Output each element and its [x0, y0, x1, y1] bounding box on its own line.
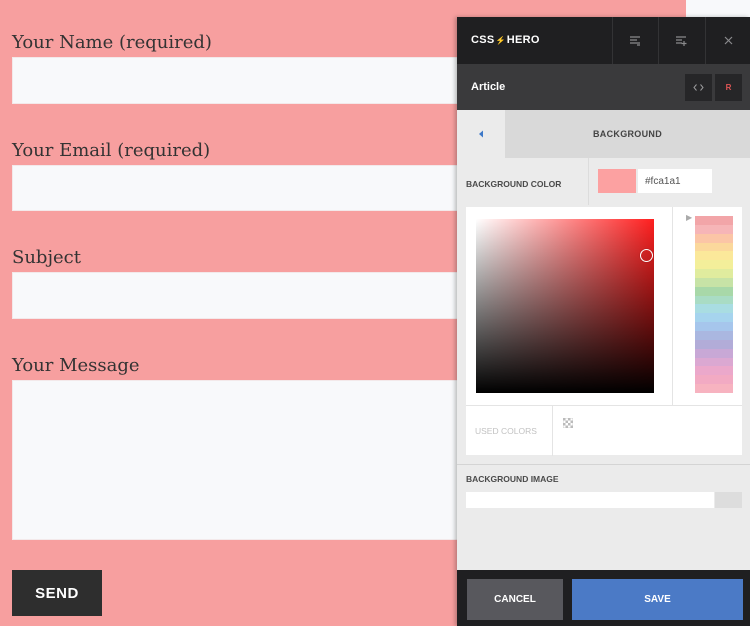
divider [457, 464, 750, 465]
palette-swatch[interactable] [695, 295, 733, 305]
add-rule-icon[interactable] [658, 17, 703, 64]
code-button[interactable] [685, 74, 712, 101]
palette-arrow-icon: ▶ [686, 213, 693, 222]
subject-label: Subject [12, 247, 81, 268]
csshero-panel: CSS⚡HERO Article R BACKGROUND BACKGROUND… [457, 17, 750, 626]
logo-bolt-icon: ⚡ [495, 36, 506, 45]
palette-swatch[interactable] [695, 304, 733, 314]
hex-color-input[interactable] [638, 169, 712, 193]
message-textarea[interactable] [12, 380, 472, 540]
background-color-row: BACKGROUND COLOR [457, 158, 750, 205]
panel-footer: CANCEL SAVE [457, 570, 750, 626]
name-input[interactable] [12, 57, 472, 104]
palette-swatch[interactable] [695, 366, 733, 376]
section-tab-bar: BACKGROUND [457, 110, 750, 158]
palette-swatch[interactable] [695, 330, 733, 340]
message-label: Your Message [12, 355, 140, 376]
palette-swatch[interactable] [695, 277, 733, 287]
palette-swatch[interactable] [695, 322, 733, 331]
logo-css-text: CSS [471, 34, 495, 46]
email-input[interactable] [12, 165, 472, 211]
selected-element-name: Article [471, 81, 506, 93]
palette-swatch[interactable] [695, 233, 733, 243]
transparent-swatch-icon[interactable] [562, 415, 574, 433]
palette-swatch[interactable] [695, 384, 733, 393]
color-swatch[interactable] [598, 169, 636, 193]
used-colors-label: USED COLORS [475, 426, 537, 436]
logo-hero-text: HERO [506, 34, 540, 46]
align-icon[interactable] [612, 17, 657, 64]
divider [672, 207, 673, 405]
picker-handle[interactable] [640, 249, 653, 262]
palette-swatch[interactable] [695, 339, 733, 349]
background-image-button[interactable] [715, 492, 742, 508]
saturation-value-area[interactable] [476, 219, 654, 393]
divider [552, 406, 553, 456]
csshero-logo: CSS⚡HERO [471, 34, 540, 46]
palette-swatch[interactable] [695, 216, 733, 225]
send-button[interactable]: SEND [12, 570, 102, 616]
background-color-label: BACKGROUND COLOR [466, 179, 562, 189]
palette-swatch[interactable] [695, 269, 733, 278]
divider [588, 158, 589, 205]
palette-swatch[interactable] [695, 348, 733, 358]
color-palette-strip[interactable] [695, 216, 733, 393]
palette-swatch[interactable] [695, 286, 733, 296]
palette-swatch[interactable] [695, 224, 733, 234]
name-label: Your Name (required) [12, 32, 212, 53]
reset-button-label: R [725, 83, 732, 92]
back-button[interactable] [457, 110, 505, 158]
palette-swatch[interactable] [695, 357, 733, 367]
close-icon[interactable] [705, 17, 750, 64]
panel-header: CSS⚡HERO [457, 17, 750, 64]
reset-button[interactable]: R [715, 74, 742, 101]
subject-input[interactable] [12, 272, 472, 319]
selected-element-bar: Article R [457, 64, 750, 110]
email-label: Your Email (required) [12, 140, 211, 161]
palette-swatch[interactable] [695, 260, 733, 270]
used-colors-row: USED COLORS [466, 405, 742, 456]
color-picker: ▶ [466, 207, 742, 405]
background-image-label: BACKGROUND IMAGE [466, 474, 559, 484]
background-image-input[interactable] [466, 492, 714, 508]
palette-swatch[interactable] [695, 242, 733, 252]
section-title: BACKGROUND [593, 129, 662, 139]
code-icon [693, 84, 704, 91]
save-button[interactable]: SAVE [572, 579, 743, 620]
palette-swatch[interactable] [695, 313, 733, 323]
cancel-button[interactable]: CANCEL [467, 579, 563, 620]
back-arrow-icon [479, 130, 483, 138]
palette-swatch[interactable] [695, 251, 733, 261]
palette-swatch[interactable] [695, 375, 733, 385]
